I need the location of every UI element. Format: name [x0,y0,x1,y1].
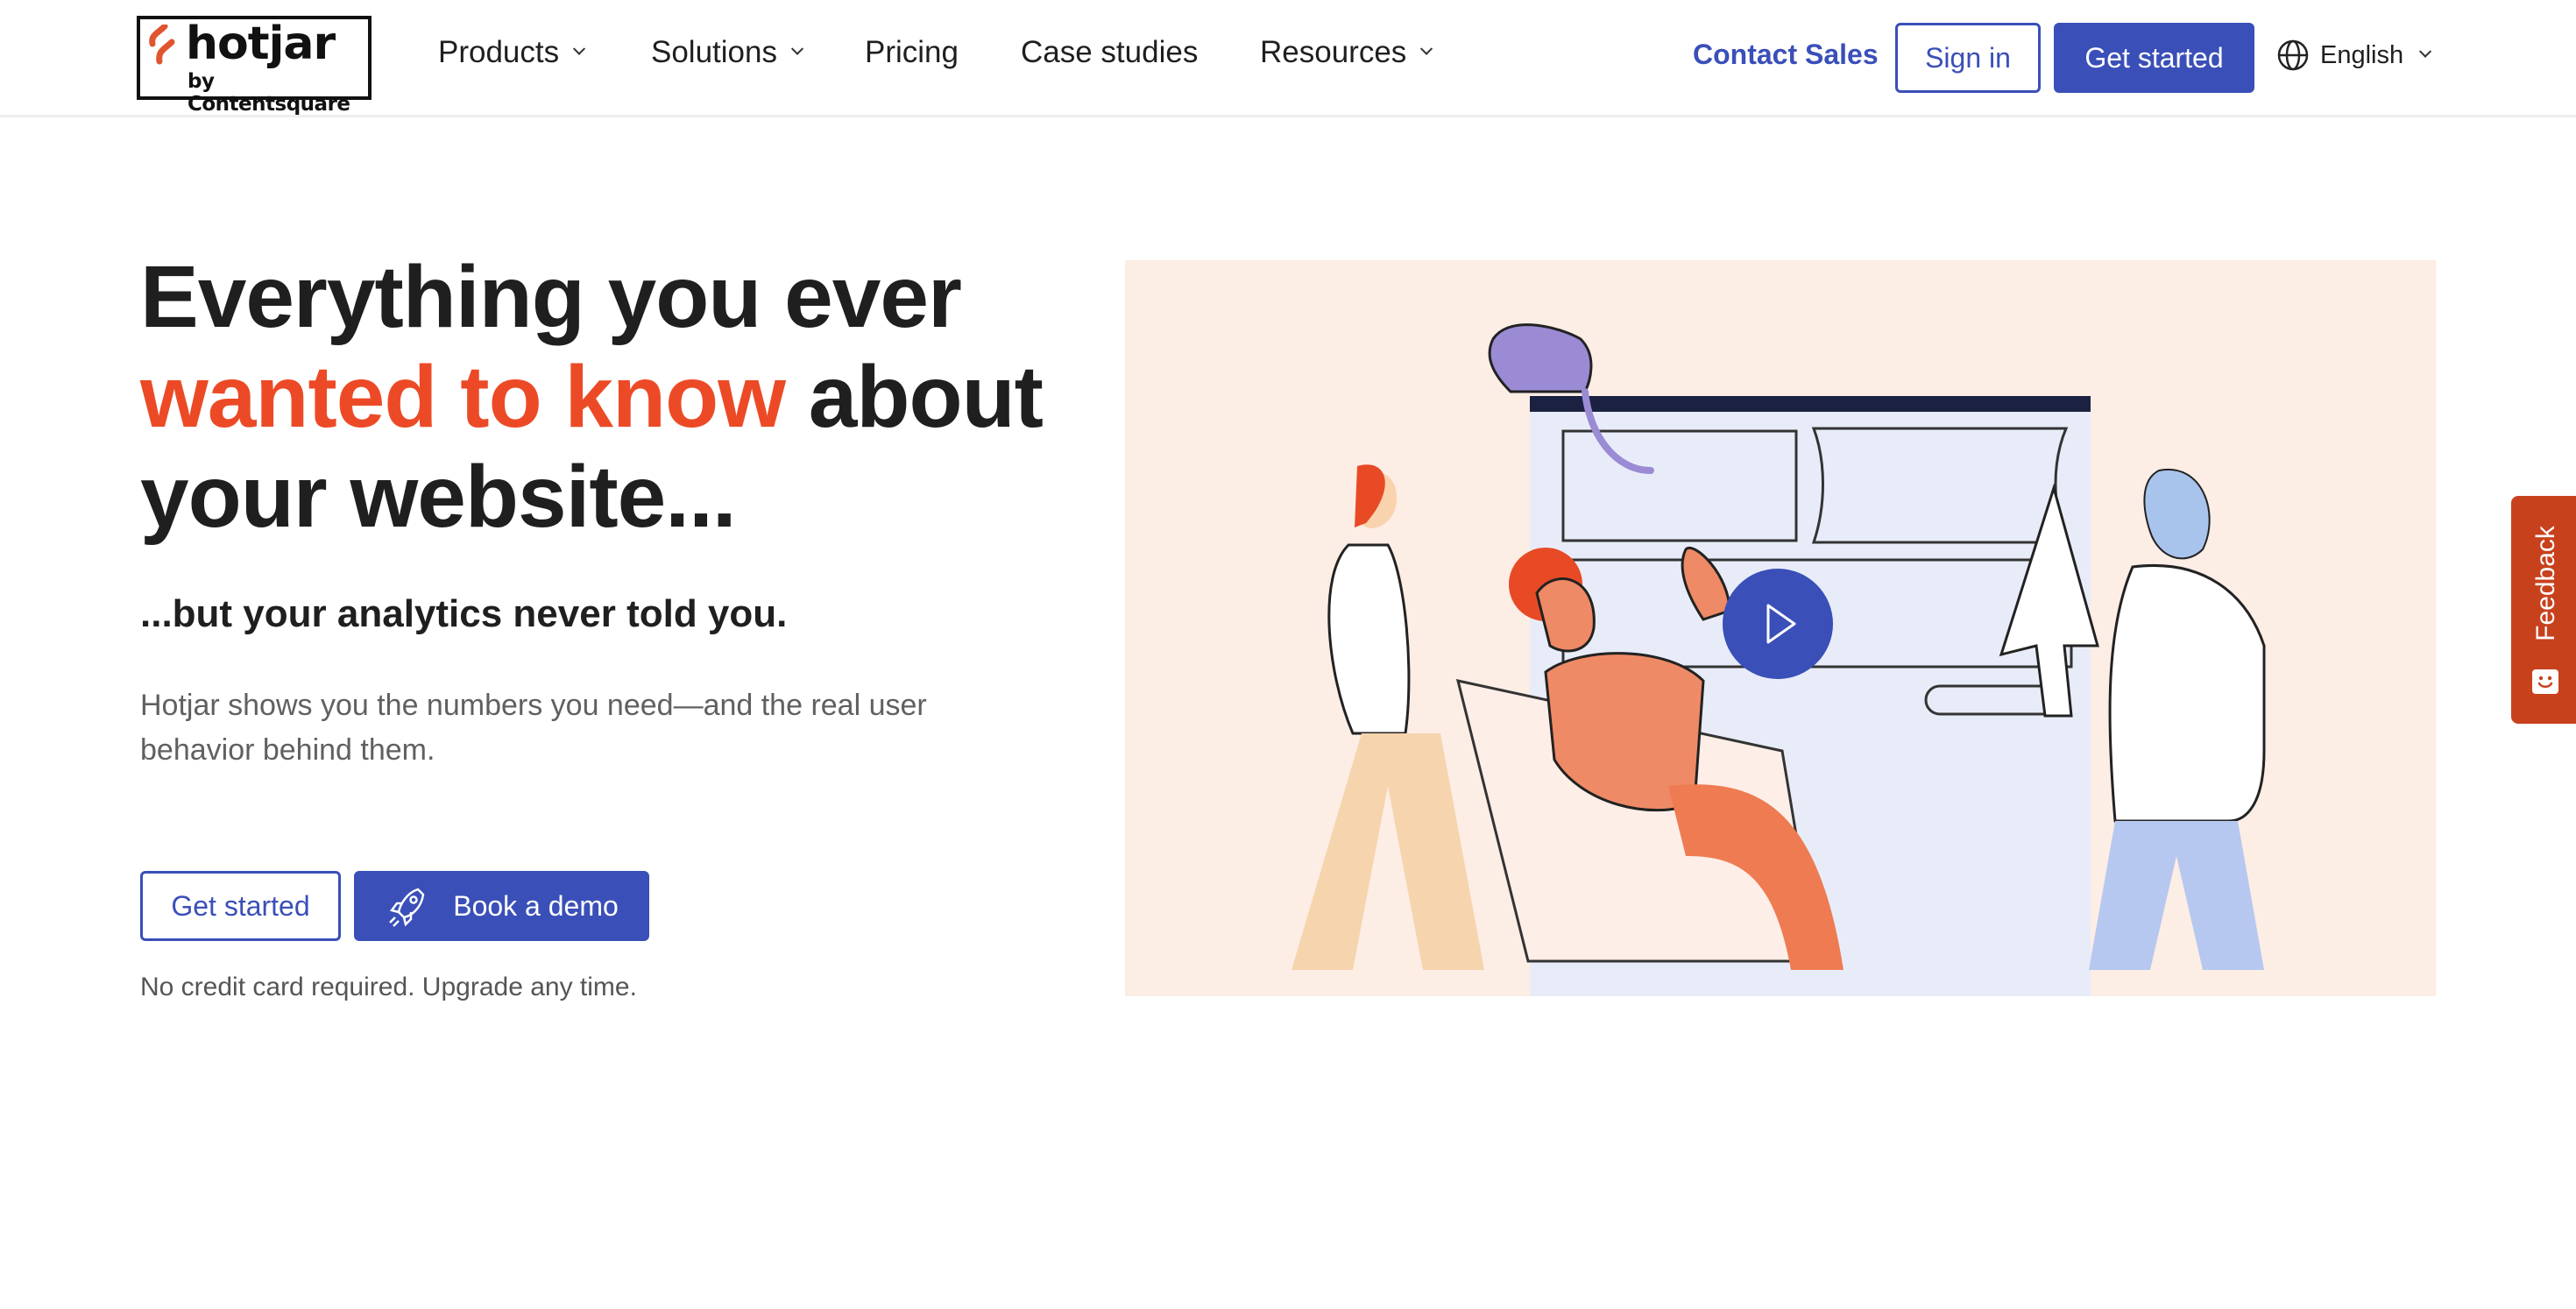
hero-subtitle: ...but your analytics never told you. [140,592,788,635]
language-selector[interactable]: English [2276,39,2432,72]
hero-title-accent: wanted to know [140,348,786,446]
no-credit-card-note: No credit card required. Upgrade any tim… [140,973,637,1001]
logo-wordmark: hotjar [186,18,336,70]
bald-man-illustration [2089,468,2266,970]
book-demo-button[interactable]: Book a demo [354,871,649,941]
nav-solutions-label: Solutions [651,35,777,69]
logo-byline: by Contentsquare [188,70,350,116]
nav-products-label: Products [438,35,560,69]
nav-case-studies-label: Case studies [1021,35,1199,69]
hero-title-part1: Everything you ever [140,248,962,346]
nav-get-started-button[interactable]: Get started [2054,23,2254,93]
top-navigation: hotjar by Contentsquare Products Solutio… [0,0,2576,117]
feedback-tab[interactable]: Feedback [2511,496,2576,724]
nav-pricing[interactable]: Pricing [865,35,959,70]
chevron-down-icon [1420,42,1433,55]
book-demo-label: Book a demo [453,889,619,922]
hero-illustration [1125,260,2436,996]
feedback-label: Feedback [2531,526,2560,641]
chevron-down-icon [573,42,586,55]
nav-solutions[interactable]: Solutions [651,35,804,70]
chevron-down-icon [2419,45,2432,58]
nav-products[interactable]: Products [438,35,586,70]
hero-get-started-button[interactable]: Get started [140,871,341,941]
contact-sales-link[interactable]: Contact Sales [1693,39,1879,71]
play-video-button[interactable] [1723,569,1833,679]
language-label: English [2320,40,2404,69]
nav-resources[interactable]: Resources [1260,35,1433,70]
nav-case-studies[interactable]: Case studies [1021,35,1198,70]
hotjar-logo[interactable]: hotjar by Contentsquare [137,16,372,116]
rocket-icon [389,888,425,927]
woman-illustration [1292,464,1484,970]
chevron-down-icon [790,42,804,55]
play-icon [1766,604,1796,644]
nav-resources-label: Resources [1260,35,1407,69]
sign-in-button[interactable]: Sign in [1895,23,2041,93]
nav-pricing-label: Pricing [865,35,959,69]
hotjar-mark-icon [149,25,175,65]
globe-icon [2277,39,2309,71]
hero-title: Everything you ever wanted to know about… [140,247,1104,547]
smiley-icon [2532,669,2558,694]
hero-body: Hotjar shows you the numbers you need—an… [140,689,927,767]
